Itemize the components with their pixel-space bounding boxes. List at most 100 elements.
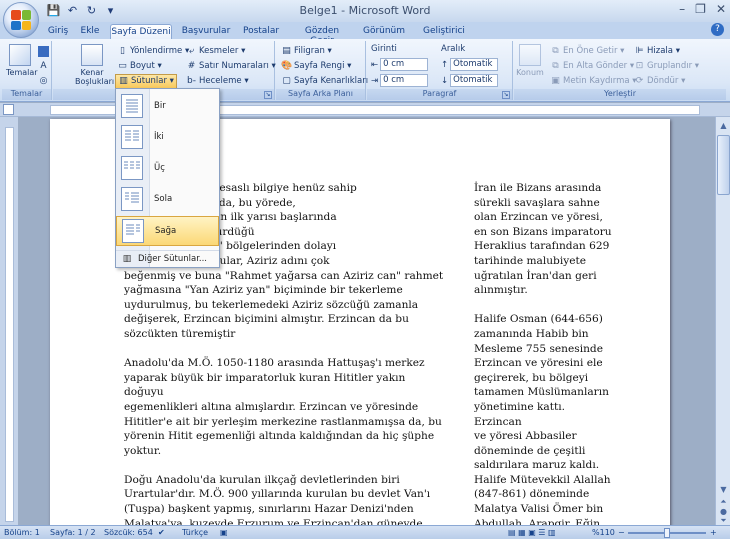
- menu-item-left-column[interactable]: Sola: [116, 184, 219, 214]
- page-borders-button[interactable]: ▢ Sayfa Kenarlıkları: [281, 74, 368, 89]
- tab-selector-icon[interactable]: [3, 104, 14, 115]
- rotate-button[interactable]: ⟳ Döndür ▾: [634, 74, 686, 89]
- page-borders-icon: ▢: [282, 76, 291, 86]
- paragraph-launcher-icon[interactable]: ↘: [502, 91, 510, 99]
- text-line: egemenlikleri altına almışlardır. Erzinc…: [124, 400, 419, 413]
- vertical-ruler-area: [0, 117, 18, 525]
- scroll-up-icon[interactable]: ▲: [717, 119, 730, 132]
- text-line: yoktur.: [124, 444, 162, 457]
- scroll-thumb[interactable]: [717, 135, 730, 195]
- word-count-status[interactable]: Sözcük: 654: [104, 528, 153, 537]
- text-column-right[interactable]: İran ile Bizans arasında sürekli savaşlar…: [474, 181, 614, 525]
- line-numbers-button[interactable]: # Satır Numaraları ▾: [186, 59, 276, 74]
- menu-item-two-columns[interactable]: İki: [116, 122, 219, 152]
- text-wrap-icon: ▣: [551, 76, 560, 86]
- text-line: yaparak büyük bir imparatorluk kuran Hit…: [124, 371, 406, 399]
- help-icon[interactable]: ?: [711, 23, 724, 36]
- text-line: Malatya'ya, kuzeyde Erzurum ve Erzincan'…: [124, 517, 423, 525]
- tab-giris[interactable]: Giriş: [46, 24, 70, 39]
- paragraph: Doğu Anadolu'da kurulan ilkçağ devletler…: [124, 473, 446, 525]
- orientation-icon: ▯: [120, 46, 125, 56]
- send-to-back-button[interactable]: ⧉ En Alta Gönder ▾: [550, 59, 634, 74]
- align-button[interactable]: ⊫ Hizala ▾: [634, 44, 680, 59]
- menu-item-three-columns[interactable]: Üç: [116, 153, 219, 183]
- text-line: Halife Mütevekkil Alallah: [474, 473, 611, 486]
- page-color-icon: 🎨: [281, 61, 293, 71]
- section-status[interactable]: Bölüm: 1: [4, 528, 40, 537]
- indent-right-icon: ⇥: [371, 75, 379, 86]
- spacing-before-field[interactable]: ↑ Otomatik: [441, 58, 499, 71]
- group-page-background: ▤ Filigran ▾ 🎨 Sayfa Rengi ▾ ▢ Sayfa Kenarl…: [276, 41, 368, 100]
- columns-dropdown-menu: Bir İki Üç Sola Sağa ▥ Diğer Sütunlar...: [115, 88, 220, 268]
- text-line: (Tuşpa) başkent yapmış, sınırlarını Haza…: [124, 503, 414, 516]
- zoom-in-icon[interactable]: +: [710, 528, 717, 537]
- indent-right-field[interactable]: ⇥ 0 cm: [371, 74, 429, 87]
- breaks-button[interactable]: ⤶ Kesmeler ▾: [186, 44, 245, 59]
- tab-gelistirici[interactable]: Geliştirici: [418, 24, 470, 39]
- ruler-row: [0, 103, 730, 117]
- position-button[interactable]: Konum: [516, 44, 544, 77]
- spacing-before-icon: ↑: [441, 59, 449, 70]
- breaks-icon: ⤶: [188, 46, 195, 56]
- text-line: döneminde de çeşitli: [474, 444, 586, 457]
- text-line: uğratılan İran'dan geri: [474, 269, 597, 282]
- tab-ekle[interactable]: Ekle: [78, 24, 102, 39]
- tab-basvurular[interactable]: Başvurular: [181, 24, 231, 39]
- zoom-level[interactable]: %110: [592, 528, 615, 537]
- text-line: alınmıştır.: [474, 284, 528, 297]
- proofing-icon[interactable]: ✔: [158, 528, 165, 537]
- text-line: Mesleme 755 senesinde: [474, 342, 603, 355]
- title-bar: 💾 ↶ ↻ ▾ Belge1 - Microsoft Word – ❐ ✕: [0, 0, 730, 22]
- spacing-after-field[interactable]: ↓ Otomatik: [441, 74, 499, 87]
- theme-effects-icon[interactable]: ◎: [38, 74, 49, 89]
- menu-item-more-columns[interactable]: ▥ Diğer Sütunlar...: [116, 250, 219, 266]
- three-columns-icon: [121, 156, 143, 180]
- restore-button[interactable]: ❐: [695, 2, 706, 16]
- language-status[interactable]: Türkçe: [182, 528, 208, 537]
- page-setup-launcher-icon[interactable]: ↘: [264, 91, 272, 99]
- text-line: Anadolu'da M.Ö. 1050-1180 arasında Hattu…: [124, 357, 425, 370]
- zoom-slider-handle[interactable]: [664, 528, 670, 538]
- text-wrap-button[interactable]: ▣ Metin Kaydırma ▾: [550, 74, 636, 89]
- window-controls: – ❐ ✕: [679, 2, 726, 16]
- indent-left-field[interactable]: ⇤ 0 cm: [371, 58, 429, 71]
- close-button[interactable]: ✕: [716, 2, 726, 16]
- theme-fonts-icon[interactable]: A: [38, 59, 49, 74]
- ribbon: Temalar A ◎ Temalar Kenar Boşlukları ▯ Yö…: [0, 39, 730, 102]
- menu-item-one-column[interactable]: Bir: [116, 91, 219, 121]
- group-icon: ⊡: [635, 61, 644, 71]
- columns-button[interactable]: ▥ Sütunlar ▾: [115, 74, 177, 89]
- macro-record-icon[interactable]: ▣: [220, 528, 228, 537]
- vertical-scrollbar[interactable]: ▲ ▼ ⏶ ● ⏷: [715, 117, 730, 525]
- group-button[interactable]: ⊡ Gruplandır ▾: [634, 59, 699, 74]
- columns-icon: ▥: [119, 76, 128, 86]
- text-line: geçirerek, bu bölgeyi: [474, 371, 589, 384]
- text-line: Malatya Valisi Ömer bin: [474, 503, 604, 516]
- theme-colors-icon[interactable]: [38, 44, 49, 59]
- office-button[interactable]: [3, 2, 39, 38]
- view-buttons[interactable]: ▤ ▦ ▣ ☰ ▥: [508, 528, 556, 537]
- hyphenation-button[interactable]: b- Heceleme ▾: [186, 74, 249, 89]
- tab-gozden-gecir[interactable]: Gözden Geçir: [292, 24, 352, 46]
- tab-sayfa-duzeni[interactable]: Sayfa Düzeni: [110, 24, 172, 39]
- margins-button[interactable]: Kenar Boşlukları: [75, 44, 114, 86]
- group-label-paragraph: Paragraf: [367, 89, 512, 100]
- spacing-label: Aralık: [441, 44, 466, 54]
- tab-gorunum[interactable]: Görünüm: [362, 24, 406, 39]
- size-button[interactable]: ▭ Boyut ▾: [117, 59, 162, 74]
- tab-postalar[interactable]: Postalar: [240, 24, 282, 39]
- menu-item-right-column[interactable]: Sağa: [116, 216, 219, 246]
- group-temalar: Temalar A ◎ Temalar: [2, 41, 52, 100]
- page-color-button[interactable]: 🎨 Sayfa Rengi ▾: [281, 59, 351, 74]
- page-status[interactable]: Sayfa: 1 / 2: [50, 528, 96, 537]
- text-line: ve yöresi Abbasiler: [474, 430, 577, 443]
- bring-to-front-button[interactable]: ⧉ En Öne Getir ▾: [550, 44, 624, 59]
- orientation-button[interactable]: ▯ Yönlendirme ▾: [117, 44, 189, 59]
- zoom-out-icon[interactable]: −: [618, 528, 625, 537]
- vertical-ruler[interactable]: [5, 127, 14, 522]
- watermark-button[interactable]: ▤ Filigran ▾: [281, 44, 332, 59]
- minimize-button[interactable]: –: [679, 2, 685, 16]
- themes-button[interactable]: Temalar: [6, 44, 38, 77]
- text-line: yağmasına "Yan Aziriz yan" biçiminde bir…: [124, 284, 403, 297]
- indent-label: Girinti: [371, 44, 397, 54]
